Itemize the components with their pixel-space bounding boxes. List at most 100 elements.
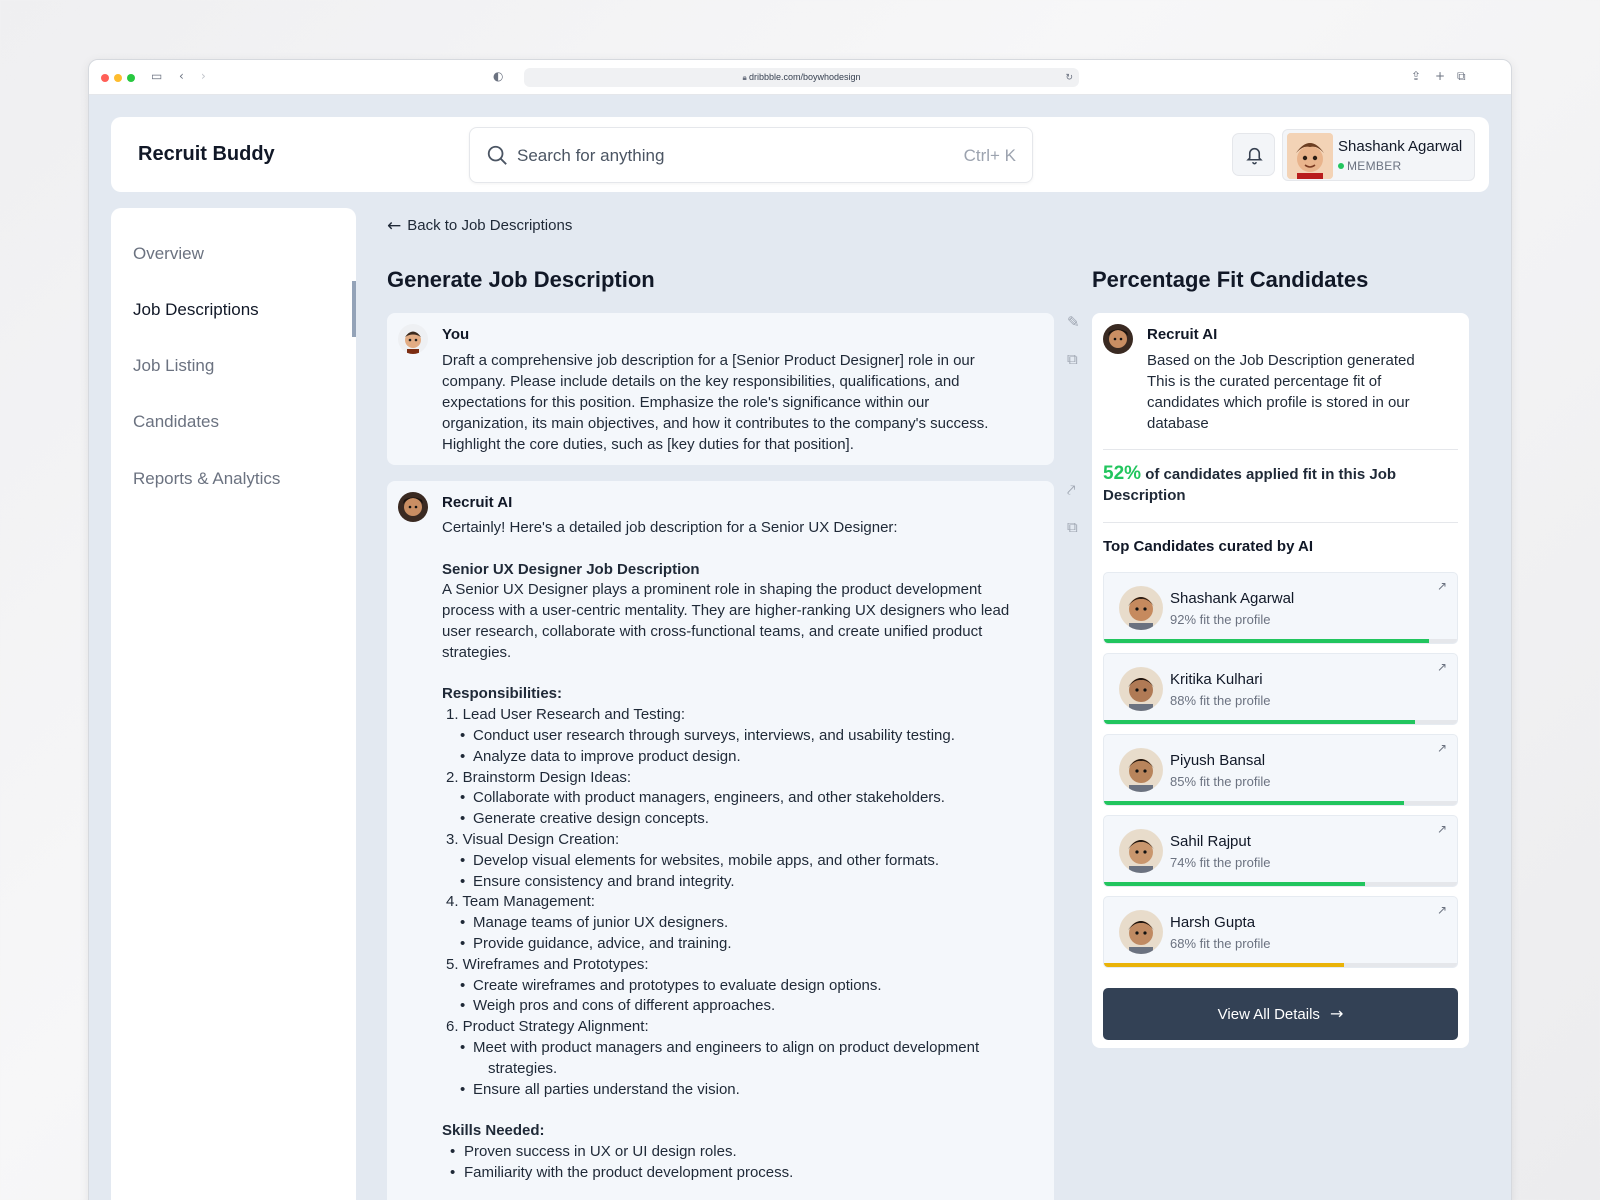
sidebar-toggle-icon[interactable]: ▭ (151, 69, 162, 83)
fit-bar-fill (1104, 963, 1345, 967)
message-line: organization, its main objectives, and h… (442, 415, 989, 432)
list-item: 4. Team Management: (446, 893, 595, 911)
user-profile-chip[interactable]: Shashank Agarwal MEMBER (1282, 129, 1475, 181)
copy-icon[interactable]: ⧉ (1067, 518, 1078, 536)
candidate-fit: 88% fit the profile (1170, 693, 1271, 708)
candidate-fit: 68% fit the profile (1170, 936, 1271, 951)
edit-icon[interactable]: ✎ (1067, 313, 1080, 331)
view-all-details-button[interactable]: View All Details → (1103, 988, 1458, 1040)
description-line: database (1147, 415, 1209, 432)
fit-percent: 52% (1103, 463, 1142, 484)
list-item: Create wireframes and prototypes to eval… (442, 976, 1042, 997)
fit-bar-fill (1104, 801, 1405, 805)
url-bar[interactable]: 🔒︎ dribbble.com/boywhodesign ↻ (524, 68, 1079, 87)
list-item: Familiarity with the product development… (442, 1163, 1042, 1184)
candidate-name: Sahil Rajput (1170, 833, 1251, 850)
share-icon[interactable]: ⇪ (1411, 69, 1421, 83)
ai-message-card: Recruit AI Certainly! Here's a detailed … (387, 481, 1054, 1200)
avatar (1119, 910, 1163, 954)
candidate-name: Kritika Kulhari (1170, 671, 1263, 688)
search-input[interactable]: Search for anything Ctrl+ K (469, 127, 1033, 183)
search-icon (487, 145, 507, 165)
sidebar: Overview Job Descriptions Job Listing Ca… (111, 208, 356, 1200)
message-author: You (442, 326, 470, 343)
ai-message-text: Certainly! Here's a detailed job descrip… (442, 518, 1042, 1184)
url-text: dribbble.com/boywhodesign (748, 72, 861, 82)
message-line: Highlight the core duties, such as [key … (442, 436, 854, 453)
candidate-name: Piyush Bansal (1170, 752, 1266, 769)
sidebar-item-candidates[interactable]: Candidates (133, 412, 219, 432)
list-item: Proven success in UX or UI design roles. (442, 1142, 1042, 1163)
sidebar-item-reports[interactable]: Reports & Analytics (133, 469, 280, 489)
external-link-icon[interactable]: ↗ (1437, 822, 1447, 836)
list-item: 5. Wireframes and Prototypes: (446, 955, 649, 973)
active-indicator (352, 281, 356, 337)
new-tab-icon[interactable]: + (1435, 69, 1445, 83)
list-item: Ensure all parties understand the vision… (442, 1080, 1042, 1101)
divider (1103, 449, 1458, 450)
reload-icon[interactable]: ↻ (1065, 68, 1073, 87)
list-item: Analyze data to improve product design. (442, 747, 1042, 768)
sidebar-item-job-listing[interactable]: Job Listing (133, 356, 214, 376)
candidate-card[interactable]: Kritika Kulhari 88% fit the profile ↗ (1103, 653, 1458, 725)
bell-icon (1246, 147, 1263, 165)
candidate-card[interactable]: Sahil Rajput 74% fit the profile ↗ (1103, 815, 1458, 887)
fit-candidates-card: Recruit AI Based on the Job Description … (1092, 313, 1469, 1048)
close-dot[interactable] (101, 74, 109, 82)
view-all-label: View All Details (1217, 1006, 1320, 1023)
brand-logo[interactable]: Recruit Buddy (138, 143, 275, 166)
sidebar-item-job-descriptions[interactable]: Job Descriptions (133, 300, 259, 320)
summary-line: strategies. (442, 643, 512, 661)
tabs-icon[interactable]: ⧉ (1457, 69, 1466, 84)
maximize-dot[interactable] (127, 74, 135, 82)
list-item: Weigh pros and cons of different approac… (442, 996, 1042, 1017)
minimize-dot[interactable] (114, 74, 122, 82)
candidate-fit: 74% fit the profile (1170, 855, 1271, 870)
summary-line: process with a user-centric mentality. T… (442, 602, 1010, 620)
candidate-name: Shashank Agarwal (1170, 590, 1295, 607)
avatar (1287, 133, 1333, 179)
user-message-text: Draft a comprehensive job description fo… (442, 350, 988, 455)
message-line: company. Please include details on the k… (442, 373, 960, 390)
avatar (398, 324, 428, 354)
candidate-card[interactable]: Piyush Bansal 85% fit the profile ↗ (1103, 734, 1458, 806)
back-link[interactable]: ← Back to Job Descriptions (387, 216, 572, 236)
list-item: Meet with product managers and engineers… (442, 1038, 1042, 1059)
external-link-icon[interactable]: ↗ (1437, 660, 1447, 674)
notifications-button[interactable] (1232, 133, 1275, 176)
back-label: Back to Job Descriptions (407, 217, 573, 234)
user-role: MEMBER (1347, 159, 1402, 173)
message-author: Recruit AI (442, 494, 513, 511)
list-item: Collaborate with product managers, engin… (442, 788, 1042, 809)
sidebar-item-overview[interactable]: Overview (133, 244, 204, 264)
list-item: Provide guidance, advice, and training. (442, 934, 1042, 955)
skills-title: Skills Needed: (442, 1122, 545, 1140)
right-panel-title: Percentage Fit Candidates (1092, 267, 1369, 292)
copy-icon[interactable]: ⧉ (1067, 350, 1078, 368)
external-link-icon[interactable]: ↗ (1437, 741, 1447, 755)
top-candidates-title: Top Candidates curated by AI (1103, 538, 1314, 555)
list-item: Conduct user research through surveys, i… (442, 726, 1042, 747)
share-icon[interactable]: ⤤ (1067, 481, 1075, 499)
online-indicator (1338, 163, 1344, 169)
fit-description: Based on the Job Description generated T… (1147, 350, 1447, 434)
summary-line: A Senior UX Designer plays a prominent r… (442, 581, 982, 599)
list-item: 6. Product Strategy Alignment: (446, 1018, 649, 1036)
description-line: Based on the Job Description generated (1147, 352, 1415, 369)
avatar (1103, 324, 1133, 354)
candidate-card[interactable]: Shashank Agarwal 92% fit the profile ↗ (1103, 572, 1458, 644)
description-line: This is the curated percentage fit of (1147, 373, 1382, 390)
external-link-icon[interactable]: ↗ (1437, 579, 1447, 593)
section-title: Senior UX Designer Job Description (442, 560, 700, 578)
list-item: Develop visual elements for websites, mo… (442, 851, 1042, 872)
avatar (1119, 667, 1163, 711)
forward-nav-icon[interactable]: › (201, 69, 206, 83)
external-link-icon[interactable]: ↗ (1437, 903, 1447, 917)
back-nav-icon[interactable]: ‹ (179, 69, 184, 83)
message-line: expectations for this position. Emphasiz… (442, 394, 930, 411)
description-line: candidates which profile is stored in ou… (1147, 394, 1410, 411)
candidate-fit: 85% fit the profile (1170, 774, 1271, 789)
divider (1103, 522, 1458, 523)
browser-window: ▭ ‹ › ◐ 🔒︎ dribbble.com/boywhodesign ↻ ⇪… (88, 59, 1512, 1200)
candidate-card[interactable]: Harsh Gupta 68% fit the profile ↗ (1103, 896, 1458, 968)
